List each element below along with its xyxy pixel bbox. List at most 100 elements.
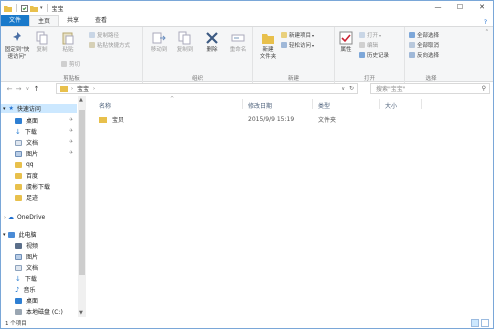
pin-icon: ✈ (69, 139, 74, 145)
nav-item-yubin-downloads[interactable]: 虞彬下载 (15, 182, 50, 191)
details-view-icon[interactable] (471, 319, 479, 327)
maximize-button[interactable]: ☐ (449, 1, 471, 13)
breadcrumb-item[interactable]: 宝宝 (77, 84, 89, 93)
new-item-icon (281, 32, 287, 38)
recent-locations-icon[interactable]: ∨ (23, 86, 32, 92)
scroll-up-icon[interactable]: ▲ (79, 97, 83, 103)
new-group-label: 新建 (287, 76, 299, 82)
minimize-button[interactable]: — (427, 1, 449, 13)
address-row: ← → ∨ ↑ › 宝宝 › ∨ ↻ 搜索"宝宝" ⚲ (1, 82, 493, 95)
move-to-button[interactable]: 移动到 (149, 31, 169, 54)
nav-item-label: 文档 (26, 140, 39, 147)
invert-selection-button[interactable]: 反向选择 (409, 51, 439, 59)
pin-quick-access-button[interactable]: 固定到"快 速访问" (4, 31, 30, 61)
navigation-pane: ▾ ★ 快速访问 桌面 ✈ ↓ 下载 ✈ 文档 ✈ 图片 ✈ qq 百度 虞彬下… (1, 96, 87, 317)
nav-item-footprint[interactable]: 足迹 (15, 193, 38, 202)
paste-label: 粘贴 (62, 47, 74, 53)
scroll-down-icon[interactable]: ▼ (79, 310, 83, 316)
paste-shortcut-button[interactable]: 粘贴快捷方式 (89, 41, 130, 49)
select-none-label: 全部取消 (417, 43, 440, 49)
paste-button[interactable]: 粘贴 (61, 31, 75, 54)
tab-home[interactable]: 主页 (29, 15, 60, 26)
new-folder-button[interactable]: 新建 文件夹 (257, 31, 279, 61)
column-header-size[interactable]: 大小 (385, 101, 397, 110)
up-button[interactable]: ↑ (32, 85, 41, 93)
column-header-date[interactable]: 修改日期 (248, 101, 272, 110)
download-icon: ↓ (15, 127, 21, 136)
nav-item-label: 百度 (26, 173, 39, 180)
file-row[interactable]: 宝贝 2015/9/9 15:19 文件夹 (99, 114, 493, 125)
qat-dropdown-icon[interactable]: ▾ (40, 5, 43, 11)
tab-file[interactable]: 文件 (1, 15, 30, 26)
properties-icon[interactable] (21, 4, 28, 12)
delete-button[interactable]: 删除 (204, 31, 220, 54)
large-icons-view-icon[interactable] (481, 319, 489, 327)
column-divider[interactable] (312, 99, 313, 109)
nav-item-qq[interactable]: qq (15, 160, 34, 169)
close-button[interactable]: ✕ (471, 1, 493, 13)
forward-button[interactable]: → (14, 85, 23, 93)
nav-pc-documents[interactable]: 文档 (15, 263, 38, 272)
nav-item-desktop[interactable]: 桌面 (15, 116, 38, 125)
copy-button[interactable]: 复制 (35, 31, 49, 54)
column-header-type[interactable]: 类型 (318, 101, 330, 110)
nav-onedrive[interactable]: › ☁ OneDrive (1, 213, 45, 222)
column-divider[interactable] (379, 99, 380, 109)
cut-button[interactable]: 剪切 (61, 60, 80, 68)
new-item-dropdown-icon: ▾ (312, 32, 315, 38)
nav-item-documents[interactable]: 文档 (15, 138, 38, 147)
nav-pc-pictures[interactable]: 图片 (15, 252, 38, 261)
history-button[interactable]: 历史记录 (359, 51, 389, 59)
copy-to-button[interactable]: 复制到 (175, 31, 195, 54)
column-divider[interactable] (242, 99, 243, 109)
scrollbar-thumb[interactable] (79, 110, 85, 275)
search-box[interactable]: 搜索"宝宝" ⚲ (370, 83, 490, 94)
column-header-name[interactable]: 名称 (99, 101, 111, 110)
quick-access-toolbar: ▾ (1, 4, 43, 12)
address-bar[interactable]: › 宝宝 › ∨ ↻ (56, 83, 358, 94)
nav-item-baidu[interactable]: 百度 (15, 171, 38, 180)
nav-quick-access[interactable]: ▾ ★ 快速访问 (1, 104, 77, 113)
nav-pc-local-disk[interactable]: 本地磁盘 (C:) (15, 307, 63, 316)
new-folder-icon[interactable] (30, 5, 38, 12)
cut-label: 剪切 (69, 62, 81, 68)
help-icon[interactable]: ? (484, 19, 487, 26)
tab-view[interactable]: 查看 (87, 15, 115, 26)
cloud-icon: ☁ (8, 214, 14, 221)
easy-access-button[interactable]: 轻松访问 ▾ (281, 41, 314, 49)
select-all-icon (409, 32, 415, 38)
nav-pc-desktop[interactable]: 桌面 (15, 296, 38, 305)
expand-icon: ▾ (3, 231, 6, 238)
folder-icon (99, 116, 107, 123)
open-button[interactable]: 打开 ▾ (359, 31, 381, 39)
new-item-button[interactable]: 新建项目 ▾ (281, 31, 314, 39)
new-group: 新建 文件夹 新建项目 ▾ 轻松访问 ▾ 新建 (253, 27, 335, 83)
folder-icon (15, 194, 22, 201)
invert-selection-icon (409, 52, 415, 58)
nav-this-pc[interactable]: ▾ 此电脑 (1, 230, 37, 239)
nav-item-downloads[interactable]: ↓ 下载 (15, 127, 37, 137)
tab-share[interactable]: 共享 (59, 15, 87, 26)
search-icon: ⚲ (481, 85, 486, 92)
nav-item-label: 图片 (26, 254, 39, 261)
nav-pc-music[interactable]: ♪ 音乐 (15, 285, 35, 295)
computer-icon (7, 231, 15, 238)
collapse-ribbon-icon[interactable]: ⌃ (485, 29, 489, 35)
nav-pc-videos[interactable]: 视频 (15, 241, 38, 250)
edit-button[interactable]: 编辑 (359, 41, 378, 49)
explorer-window: ▾ 宝宝 — ☐ ✕ 文件 主页 共享 查看 ? 固定到"快 速访问" 复制 粘… (0, 0, 494, 329)
properties-button[interactable]: 属性 (338, 31, 354, 54)
copy-path-button[interactable]: 复制路径 (89, 31, 119, 39)
folder-icon (4, 5, 12, 12)
nav-scrollbar[interactable]: ▲ ▼ (78, 96, 86, 317)
column-divider[interactable] (421, 99, 422, 109)
back-button[interactable]: ← (5, 85, 14, 93)
address-dropdown-icon[interactable]: ∨ (341, 86, 345, 92)
select-all-button[interactable]: 全部选择 (409, 31, 439, 39)
nav-pc-downloads[interactable]: ↓ 下载 (15, 274, 37, 284)
refresh-icon[interactable]: ↻ (349, 85, 354, 92)
star-icon: ★ (8, 105, 14, 112)
rename-button[interactable]: 重命名 (227, 31, 249, 54)
nav-item-pictures[interactable]: 图片 (15, 149, 38, 158)
select-none-button[interactable]: 全部取消 (409, 41, 439, 49)
